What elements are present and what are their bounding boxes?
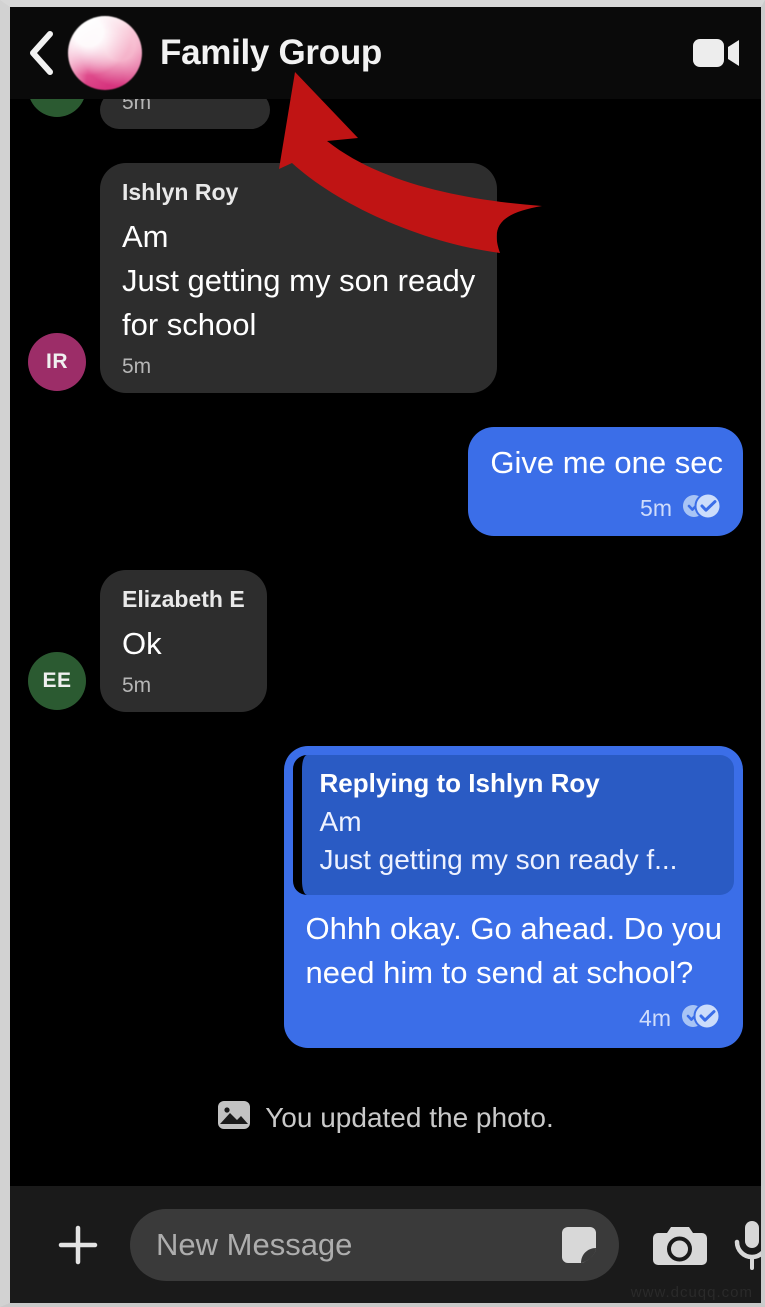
avatar[interactable]: IR bbox=[28, 333, 86, 392]
table-row[interactable]: Replying to Ishlyn Roy Am Just getting m… bbox=[28, 746, 743, 1049]
message-body: Ohhh okay. Go ahead. Do you need him to … bbox=[293, 895, 734, 1040]
message-sender-name: Ishlyn Roy bbox=[122, 179, 239, 205]
table-row[interactable]: IR Ishlyn Roy Am Just getting my son rea… bbox=[28, 163, 743, 394]
message-thread[interactable]: EE 5m IR Ishlyn Roy Am Just getting my s… bbox=[10, 99, 761, 1186]
plus-icon[interactable] bbox=[50, 1217, 106, 1273]
message-text-line: Ohhh okay. Go ahead. Do you bbox=[305, 911, 722, 947]
message-sender-name: Elizabeth E bbox=[122, 586, 245, 613]
message-input[interactable] bbox=[156, 1226, 555, 1263]
system-event-text: You updated the photo. bbox=[265, 1101, 554, 1133]
message-bubble[interactable]: Elizabeth E Ok 5m bbox=[100, 570, 267, 713]
message-timestamp: 5m bbox=[122, 674, 152, 698]
sticker-icon[interactable] bbox=[555, 1218, 609, 1272]
video-camera-icon[interactable] bbox=[691, 31, 743, 75]
message-input-wrapper[interactable] bbox=[130, 1208, 619, 1281]
camera-icon[interactable] bbox=[649, 1214, 711, 1276]
chat-screen: Family Group EE 5m IR Ishlyn Roy Am Just… bbox=[0, 0, 765, 1307]
message-meta: 5m bbox=[490, 491, 723, 526]
system-event-row: You updated the photo. bbox=[28, 1100, 743, 1135]
message-text-line: need him to send at school? bbox=[305, 955, 694, 991]
back-chevron-icon[interactable] bbox=[24, 31, 58, 75]
seen-double-check-icon bbox=[681, 491, 723, 526]
table-row[interactable]: EE Elizabeth E Ok 5m bbox=[28, 570, 743, 713]
message-timestamp: 5m bbox=[640, 495, 672, 522]
message-text-line: for school bbox=[122, 307, 257, 343]
message-text-line: Am bbox=[122, 219, 169, 254]
message-bubble[interactable]: Ishlyn Roy Am Just getting my son ready … bbox=[100, 163, 498, 394]
seen-double-check-icon bbox=[680, 1001, 722, 1036]
message-bubble[interactable]: 5m bbox=[100, 99, 270, 129]
table-row[interactable]: Give me one sec 5m bbox=[28, 427, 743, 537]
watermark: www.dcuqq.com bbox=[630, 1284, 753, 1301]
message-timestamp: 4m bbox=[639, 1005, 671, 1032]
message-timestamp: 5m bbox=[122, 355, 152, 379]
message-text-line: Ok bbox=[122, 626, 162, 662]
message-bubble[interactable]: Give me one sec 5m bbox=[468, 427, 743, 537]
photo-image-icon bbox=[217, 1100, 251, 1135]
message-bubble-with-reply[interactable]: Replying to Ishlyn Roy Am Just getting m… bbox=[283, 746, 743, 1049]
reply-quote-line: Am bbox=[319, 806, 362, 838]
avatar[interactable]: EE bbox=[28, 652, 86, 711]
page-title[interactable]: Family Group bbox=[160, 33, 382, 73]
message-row-clipped[interactable]: EE 5m bbox=[28, 99, 743, 137]
reply-quote-line: Just getting my son ready f... bbox=[319, 844, 678, 876]
group-photo-avatar[interactable] bbox=[68, 16, 142, 90]
message-timestamp: 5m bbox=[122, 99, 152, 114]
chat-header: Family Group bbox=[10, 7, 761, 99]
reply-quote[interactable]: Replying to Ishlyn Roy Am Just getting m… bbox=[292, 755, 734, 896]
microphone-icon[interactable] bbox=[721, 1214, 761, 1276]
avatar[interactable]: EE bbox=[28, 99, 86, 117]
message-text-line: Give me one sec bbox=[490, 445, 723, 481]
reply-quote-header: Replying to Ishlyn Roy bbox=[319, 768, 600, 799]
message-meta: 4m bbox=[306, 1001, 722, 1036]
message-text-line: Just getting my son ready bbox=[122, 263, 476, 299]
